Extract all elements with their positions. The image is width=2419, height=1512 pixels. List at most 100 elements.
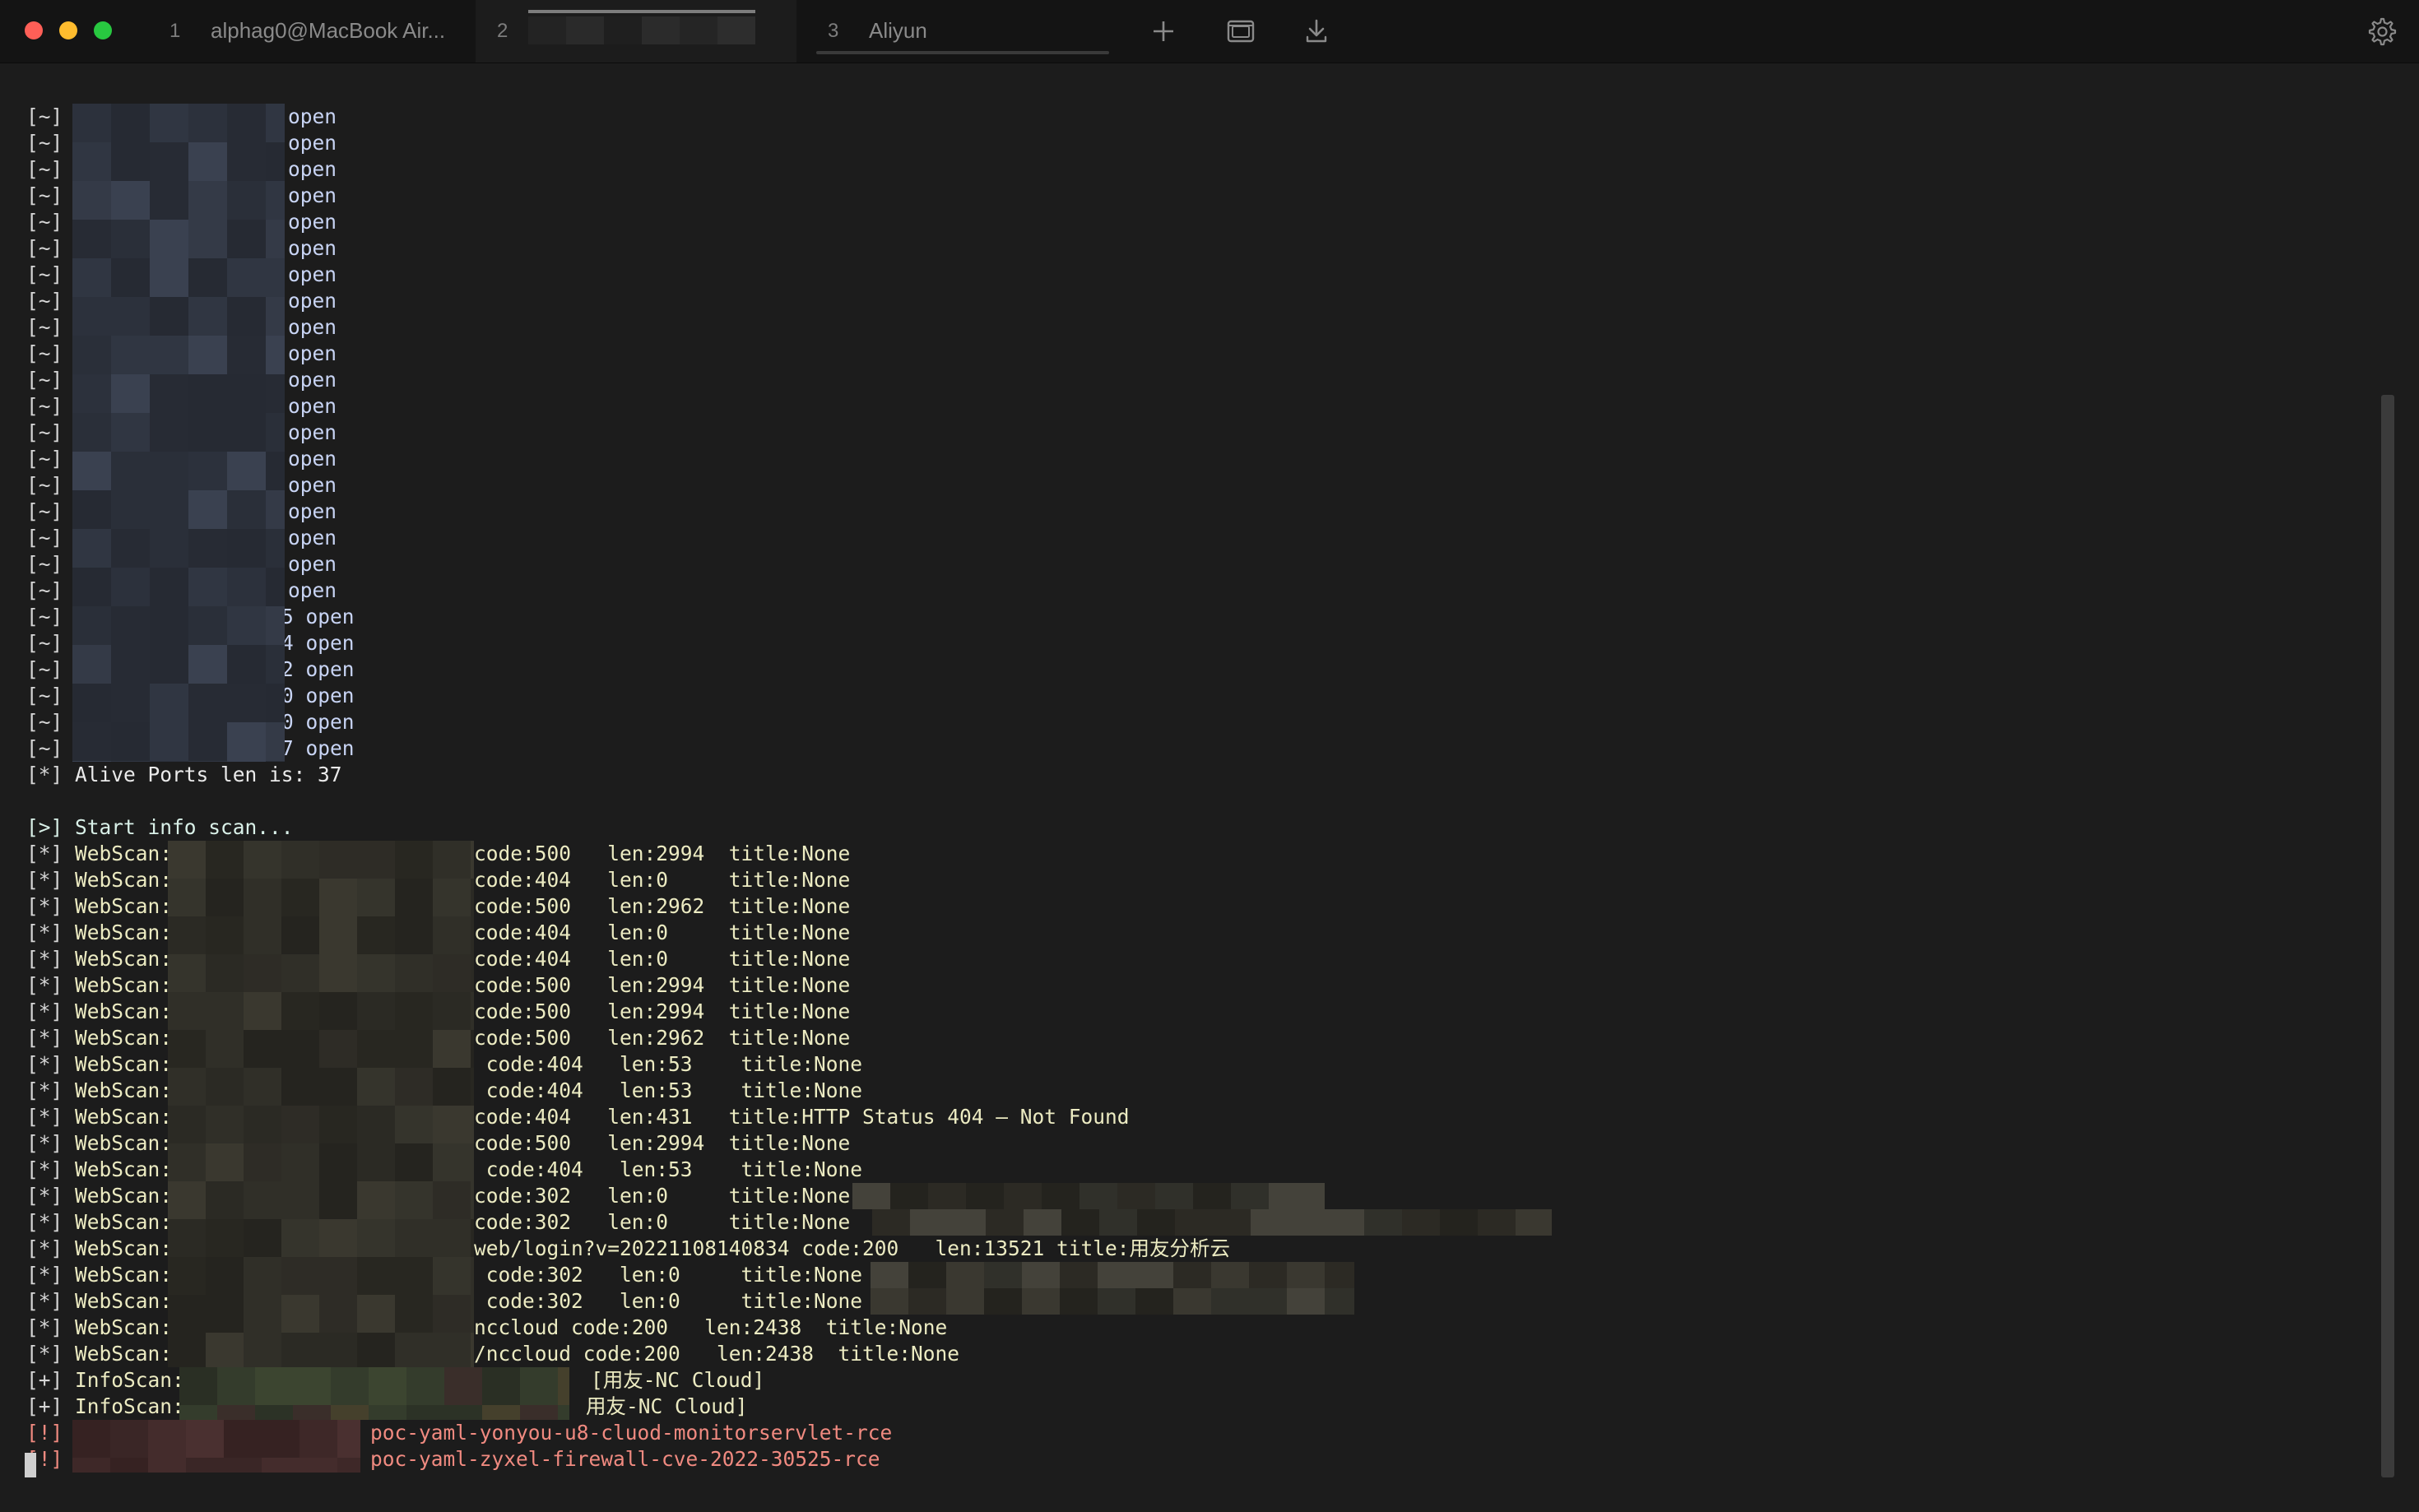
tab-number: 2 <box>497 20 508 42</box>
webscan-line: [*] WebScan: web/login?v=20221108140834 c… <box>26 1236 1230 1262</box>
webscan-label: WebScan: <box>63 1131 173 1155</box>
split-pane-icon <box>1227 20 1255 43</box>
line-prefix: [~] <box>26 420 63 444</box>
window-zoom-button[interactable] <box>94 21 112 39</box>
line-prefix: [>] <box>26 815 63 839</box>
redacted-url-block <box>168 841 474 1367</box>
window-minimize-button[interactable] <box>59 21 77 39</box>
infoscan-line: [+] InfoScan: 用友-NC Cloud] <box>26 1394 748 1420</box>
webscan-result: code:500 len:2962 title:None <box>474 894 851 918</box>
webscan-line: [*] WebScan: code:500 len:2994 title:None <box>26 841 850 867</box>
line-prefix: [+] <box>26 1368 63 1392</box>
webscan-result: code:404 len:0 title:None <box>474 868 851 892</box>
line-prefix: [*] <box>26 1078 63 1102</box>
webscan-line: [*] WebScan: code:302 len:0 title:None <box>26 1183 850 1209</box>
redacted-header-block <box>872 1209 1552 1236</box>
line-prefix: [*] <box>26 1210 63 1234</box>
download-button[interactable] <box>1300 15 1333 48</box>
line-prefix: [~] <box>26 605 63 628</box>
port-open-line: [~] open <box>26 525 337 551</box>
port-status: open <box>288 578 337 602</box>
port-status: 2 open <box>281 657 355 681</box>
port-status: open <box>288 341 337 365</box>
gear-icon <box>2368 17 2397 46</box>
port-status: open <box>288 289 337 313</box>
webscan-result: code:500 len:2994 title:None <box>474 1131 851 1155</box>
split-pane-button[interactable] <box>1224 15 1257 48</box>
line-prefix: [~] <box>26 210 63 234</box>
new-tab-button[interactable] <box>1147 15 1180 48</box>
line-prefix: [*] <box>26 1315 63 1339</box>
port-open-line: [~] open <box>26 130 337 156</box>
vuln-name: poc-yaml-zyxel-firewall-cve-2022-30525-r… <box>370 1447 880 1471</box>
line-prefix: [*] <box>26 1131 63 1155</box>
webscan-result: code:302 len:0 title:None <box>474 1263 863 1287</box>
webscan-label: WebScan: <box>63 921 173 944</box>
redacted-header-block <box>871 1262 1354 1288</box>
port-open-line: [~] open <box>26 156 337 183</box>
scrollbar-thumb[interactable] <box>2381 395 2394 1477</box>
port-open-line: [~] 2 open <box>26 656 355 683</box>
window-close-button[interactable] <box>25 21 43 39</box>
port-open-line: [~] 5 open <box>26 604 355 630</box>
webscan-label: WebScan: <box>63 1289 173 1313</box>
line-prefix: [~] <box>26 131 63 155</box>
tab-number: 3 <box>828 20 839 42</box>
line-prefix: [~] <box>26 736 63 760</box>
webscan-label: WebScan: <box>63 1342 173 1366</box>
webscan-label: WebScan: <box>63 1236 173 1260</box>
line-prefix: [~] <box>26 262 63 286</box>
port-status: open <box>288 499 337 523</box>
line-prefix: [*] <box>26 973 63 997</box>
webscan-line: [*] WebScan: code:404 len:0 title:None <box>26 920 850 946</box>
webscan-result: /nccloud code:200 len:2438 title:None <box>474 1342 960 1366</box>
webscan-line: [*] WebScan: code:500 len:2994 title:None <box>26 999 850 1025</box>
settings-button[interactable] <box>2365 15 2398 48</box>
port-status: open <box>288 157 337 181</box>
download-icon <box>1306 19 1327 43</box>
tab-2-active[interactable]: 2 <box>476 0 796 63</box>
line-prefix: [~] <box>26 578 63 602</box>
port-status: 7 open <box>281 736 355 760</box>
webscan-label: WebScan: <box>63 1078 173 1102</box>
line-prefix: [*] <box>26 1342 63 1366</box>
webscan-label: WebScan: <box>63 1105 173 1129</box>
infoscan-line: [+] InfoScan: [用友-NC Cloud] <box>26 1367 764 1394</box>
line-prefix: [*] <box>26 921 63 944</box>
webscan-result: code:404 len:53 title:None <box>474 1157 863 1181</box>
line-prefix: [+] <box>26 1394 63 1418</box>
webscan-label: WebScan: <box>63 999 173 1023</box>
port-open-line: [~] open <box>26 288 337 314</box>
redacted-header-block <box>871 1288 1354 1315</box>
alive-ports-text: Alive Ports len is: 37 <box>63 763 342 786</box>
line-prefix: [~] <box>26 289 63 313</box>
line-prefix: [~] <box>26 526 63 550</box>
port-open-line: [~] open <box>26 446 337 472</box>
port-open-line: [~] 0 open <box>26 683 355 709</box>
webscan-line: [*] WebScan: code:404 len:431 title:HTTP … <box>26 1104 1130 1130</box>
port-open-line: [~] open <box>26 420 337 446</box>
port-status: open <box>288 183 337 207</box>
line-prefix: [*] <box>26 947 63 971</box>
tab-title: alphag0@MacBook Air... <box>211 18 446 43</box>
port-open-line: [~] open <box>26 262 337 288</box>
port-open-line: [~] 0 open <box>26 709 355 735</box>
tab-3[interactable]: 3 Aliyun <box>815 0 1111 63</box>
alive-ports-line: [*] Alive Ports len is: 37 <box>26 762 342 788</box>
tab-number: 1 <box>169 20 181 42</box>
port-status: 5 open <box>281 605 355 628</box>
port-open-line: [~] 7 open <box>26 735 355 762</box>
line-prefix: [~] <box>26 499 63 523</box>
webscan-result: code:404 len:431 title:HTTP Status 404 –… <box>474 1105 1130 1129</box>
webscan-line: [*] WebScan: code:302 len:0 title:None <box>26 1262 862 1288</box>
webscan-label: WebScan: <box>63 1184 173 1208</box>
terminal-output[interactable]: [~] open [~] open [~] open [~] open [~] open [~] op… <box>0 63 2386 1512</box>
webscan-line: [*] WebScan: code:404 len:0 title:None <box>26 867 850 893</box>
tab-1[interactable]: 1 alphag0@MacBook Air... <box>156 0 461 63</box>
redacted-header-block <box>852 1183 1325 1209</box>
line-prefix: [~] <box>26 447 63 471</box>
webscan-label: WebScan: <box>63 894 173 918</box>
vuln-name: poc-yaml-yonyou-u8-cluod-monitorservlet-… <box>370 1421 893 1445</box>
line-prefix: [*] <box>26 1236 63 1260</box>
port-status: open <box>288 104 337 128</box>
